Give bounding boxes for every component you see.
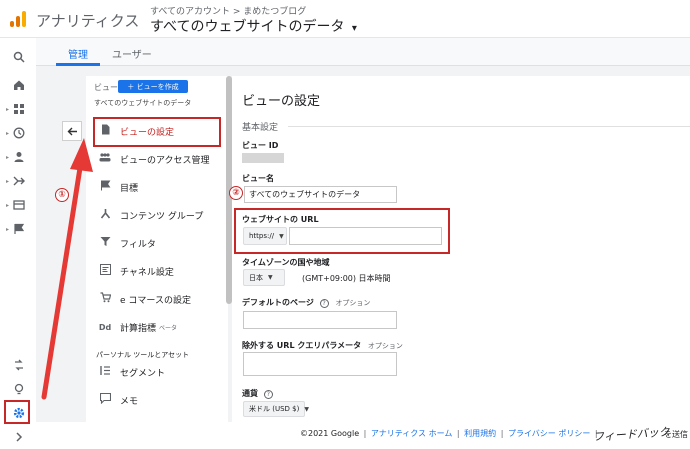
footer-separator: | — [456, 429, 460, 438]
footer-separator: | — [363, 429, 367, 438]
footer: ©2021 Google | アナリティクス ホーム | 利用規約 | プライバ… — [300, 428, 600, 439]
footer-terms-link[interactable]: 利用規約 — [464, 429, 496, 438]
annotation-arrow — [41, 138, 93, 400]
copyright: ©2021 Google — [300, 429, 360, 438]
annotation-number-2: ② — [229, 186, 243, 200]
footer-separator: | — [500, 429, 504, 438]
footer-home-link[interactable]: アナリティクス ホーム — [371, 429, 452, 438]
footer-privacy-link[interactable]: プライバシー ポリシー — [508, 429, 590, 438]
app-root: アナリティクス すべてのアカウント > まめたつブログ すべてのウェブサイトのデ… — [0, 0, 690, 449]
feedback-suffix[interactable]: を送信 — [664, 429, 688, 440]
annotation-number-1: ① — [55, 188, 69, 202]
